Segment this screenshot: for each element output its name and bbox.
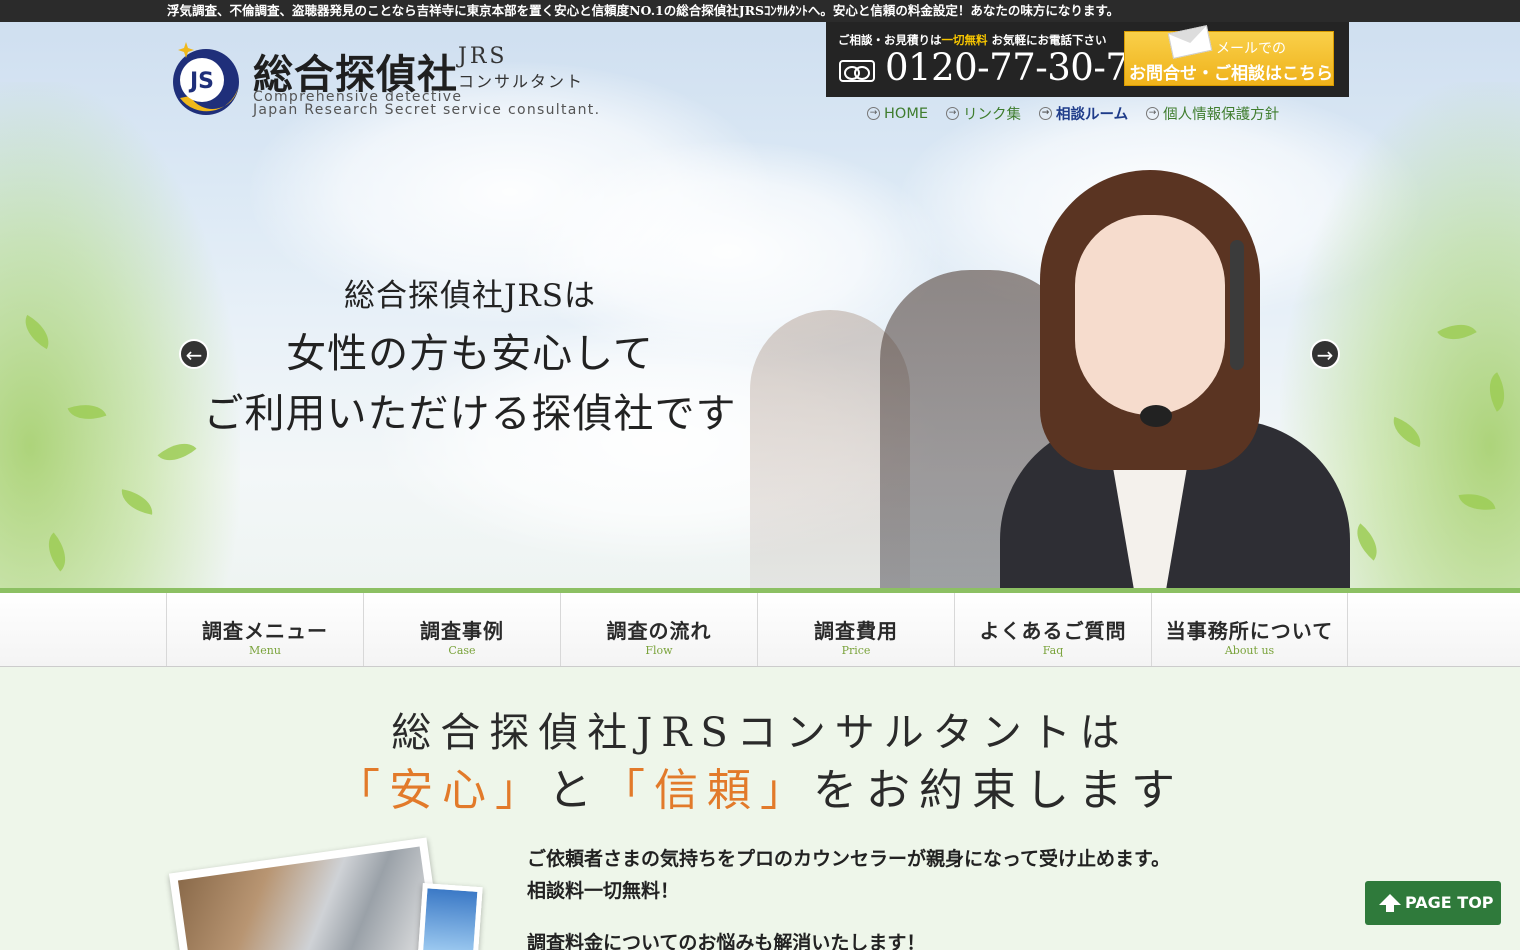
hero-line-3: ご利用いただける探偵社です: [203, 391, 737, 437]
main-heading: 総合探偵社JRSコンサルタントは: [391, 710, 1129, 756]
mail-button-line2: お問合せ・ご相談はこちら: [1129, 64, 1333, 84]
mail-button-line1: メールでの: [1216, 41, 1286, 57]
circle-arrow-icon: →: [1039, 107, 1052, 120]
sublink-links[interactable]: → リンク集: [946, 103, 1021, 124]
sublink-consultation-room[interactable]: → 相談ルーム: [1039, 103, 1128, 124]
microphone-icon: [1140, 405, 1172, 427]
main-subheading: 「安心」と「信頼」をお約束します: [336, 765, 1184, 816]
page-top-button[interactable]: PAGE TOP: [1365, 881, 1501, 925]
nav-item-about[interactable]: 当事務所について About us: [1151, 593, 1348, 666]
nav-item-faq[interactable]: よくあるご質問 Faq: [954, 593, 1151, 666]
intro-paragraph-2: 相談料一切無料！: [527, 880, 680, 902]
circle-arrow-icon: →: [867, 107, 880, 120]
arrow-up-icon: [1379, 894, 1401, 912]
arrow-left-icon[interactable]: ←: [179, 339, 209, 369]
intro-paragraph-3: 調査料金についてのお悩みも解消いたします！: [527, 932, 926, 950]
investigation-photo: [168, 837, 444, 950]
nav-item-menu[interactable]: 調査メニュー Menu: [166, 593, 363, 666]
svg-text:JS: JS: [188, 69, 214, 94]
intro-paragraph-1: ご依頼者さまの気持ちをプロのカウンセラーが親身になって受け止めます。: [527, 848, 1171, 870]
header-sublinks: → HOME → リンク集 → 相談ルーム → 個人情報保護方針: [867, 103, 1279, 124]
sublink-privacy-policy[interactable]: → 個人情報保護方針: [1146, 103, 1279, 124]
hero-line-2: 女性の方も安心して: [286, 331, 654, 377]
circle-arrow-icon: →: [946, 107, 959, 120]
sky-photo: [417, 883, 483, 950]
freedial-icon: [839, 60, 875, 82]
hero-line-1: 総合探偵社JRSは: [343, 278, 596, 314]
hero-photo-woman-face: [1075, 215, 1225, 415]
nav-item-case[interactable]: 調査事例 Case: [363, 593, 560, 666]
main-nav: 調査メニュー Menu 調査事例 Case 調査の流れ Flow 調査費用 Price …: [0, 588, 1520, 667]
arrow-right-icon[interactable]: →: [1310, 339, 1340, 369]
hero-slide-text: 総合探偵社JRSは 女性の方も安心して ご利用いただける探偵社です: [190, 270, 750, 439]
sublink-home[interactable]: → HOME: [867, 103, 928, 124]
top-announcement-bar: 浮気調査、不倫調査、盗聴器発見のことなら吉祥寺に東京本部を置く安心と信頼度NO.…: [0, 0, 1520, 22]
logo-kana: コンサルタント: [458, 72, 585, 91]
nav-item-price[interactable]: 調査費用 Price: [757, 593, 954, 666]
company-logo-icon: JS: [173, 42, 239, 115]
nav-item-flow[interactable]: 調査の流れ Flow: [560, 593, 757, 666]
logo-tagline-2: Japan Research Secret service consultant…: [253, 102, 601, 118]
phone-number[interactable]: 0120-77-30-77: [885, 46, 1152, 89]
logo-jrs: JRS: [458, 44, 508, 69]
intro-text: ご依頼者さまの気持ちをプロのカウンセラーが親身になって受け止めます。 相談料一切…: [527, 843, 1170, 950]
circle-arrow-icon: →: [1146, 107, 1160, 120]
headset-icon: [1230, 240, 1244, 370]
